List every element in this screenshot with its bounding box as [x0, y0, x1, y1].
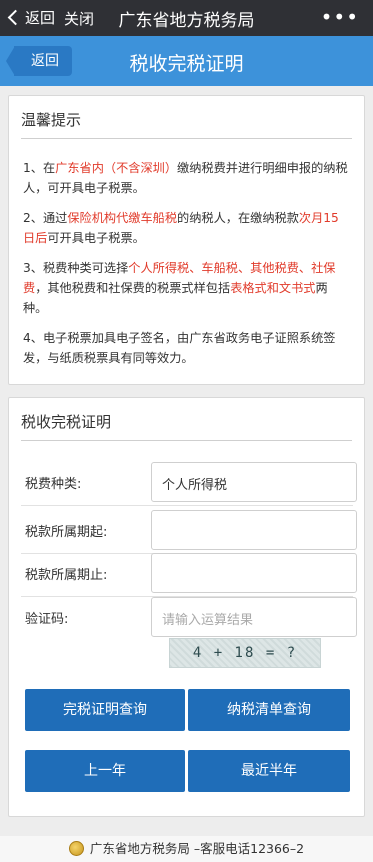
topbar-title: 广东省地方税务局 [118, 11, 255, 31]
period-start-row: 税款所属期起: [21, 510, 357, 554]
tax-type-label: 税费种类: [25, 477, 82, 492]
query-list-button[interactable]: 纳税清单查询 [188, 689, 350, 731]
tax-type-select[interactable]: 个人所得税 [151, 462, 357, 502]
tips-card: 温馨提示 1、在广东省内（不含深圳）缴纳税费并进行明细申报的纳税人，可开具电子税… [8, 95, 365, 385]
query-certificate-button[interactable]: 完税证明查询 [25, 689, 185, 731]
tip-item-2: 2、通过保险机构代缴车船税的纳税人，在缴纳税款次月15日后可开具电子税票。 [23, 208, 350, 248]
captcha-label: 验证码: [25, 612, 69, 627]
form-title: 税收完税证明 [21, 411, 352, 441]
period-start-label: 税款所属期起: [25, 525, 108, 540]
period-end-input[interactable] [151, 553, 357, 593]
tip-highlight: 保险机构代缴车船税 [67, 211, 178, 225]
captcha-image[interactable]: 4 + 18 = ? [169, 638, 321, 668]
row-divider [21, 505, 353, 506]
tax-type-row: 税费种类: 个人所得税 [21, 462, 357, 506]
page-title: 税收完税证明 [129, 53, 244, 75]
footer-text: 广东省地方税务局 –客服电话12366–2 [89, 841, 305, 856]
period-start-input[interactable] [151, 510, 357, 550]
tips-title: 温馨提示 [21, 109, 352, 139]
wechat-topbar: 返回 关闭 广东省地方税务局 ••• [0, 0, 373, 36]
tip-text: 的纳税人，在缴纳税款 [177, 211, 299, 225]
tip-text: 2、通过 [23, 211, 68, 225]
tip-text: 可开具电子税票。 [47, 231, 145, 245]
tax-bureau-logo-icon [68, 841, 84, 856]
captcha-row: 验证码: 请输入运算结果 [21, 597, 357, 637]
tip-item-1: 1、在广东省内（不含深圳）缴纳税费并进行明细申报的纳税人，可开具电子税票。 [23, 158, 350, 198]
tips-list: 1、在广东省内（不含深圳）缴纳税费并进行明细申报的纳税人，可开具电子税票。 2、… [23, 158, 350, 378]
tip-text: ，其他税费和社保费的税票式样包括 [35, 281, 231, 295]
page-header: 返回 税收完税证明 [0, 36, 373, 86]
captcha-text: 4 + 18 = ? [192, 645, 298, 661]
captcha-input[interactable]: 请输入运算结果 [151, 597, 357, 637]
form-card: 税收完税证明 税费种类: 个人所得税 税款所属期起: 税款所属期止: 验证码: … [8, 397, 365, 817]
tip-item-4: 4、电子税票加具电子签名，由广东省政务电子证照系统签发，与纸质税票具有同等效力。 [23, 328, 350, 368]
tip-text: 1、在 [23, 161, 56, 175]
period-end-label: 税款所属期止: [25, 568, 108, 583]
tip-highlight: 广东省内（不含深圳） [55, 161, 178, 175]
more-options-icon[interactable]: ••• [321, 5, 359, 29]
tip-highlight: 表格式和文书式 [230, 281, 316, 295]
tip-text: 3、税费种类可选择 [23, 261, 129, 275]
last-half-year-button[interactable]: 最近半年 [188, 750, 350, 792]
tip-text: 4、电子税票加具电子签名，由广东省政务电子证照系统签发，与纸质税票具有同等效力。 [23, 331, 336, 365]
footer: 广东省地方税务局 –客服电话12366–2 [0, 836, 373, 862]
period-end-row: 税款所属期止: [21, 553, 357, 597]
last-year-button[interactable]: 上一年 [25, 750, 185, 792]
tip-item-3: 3、税费种类可选择个人所得税、车船税、其他税费、社保费，其他税费和社保费的税票式… [23, 258, 350, 318]
